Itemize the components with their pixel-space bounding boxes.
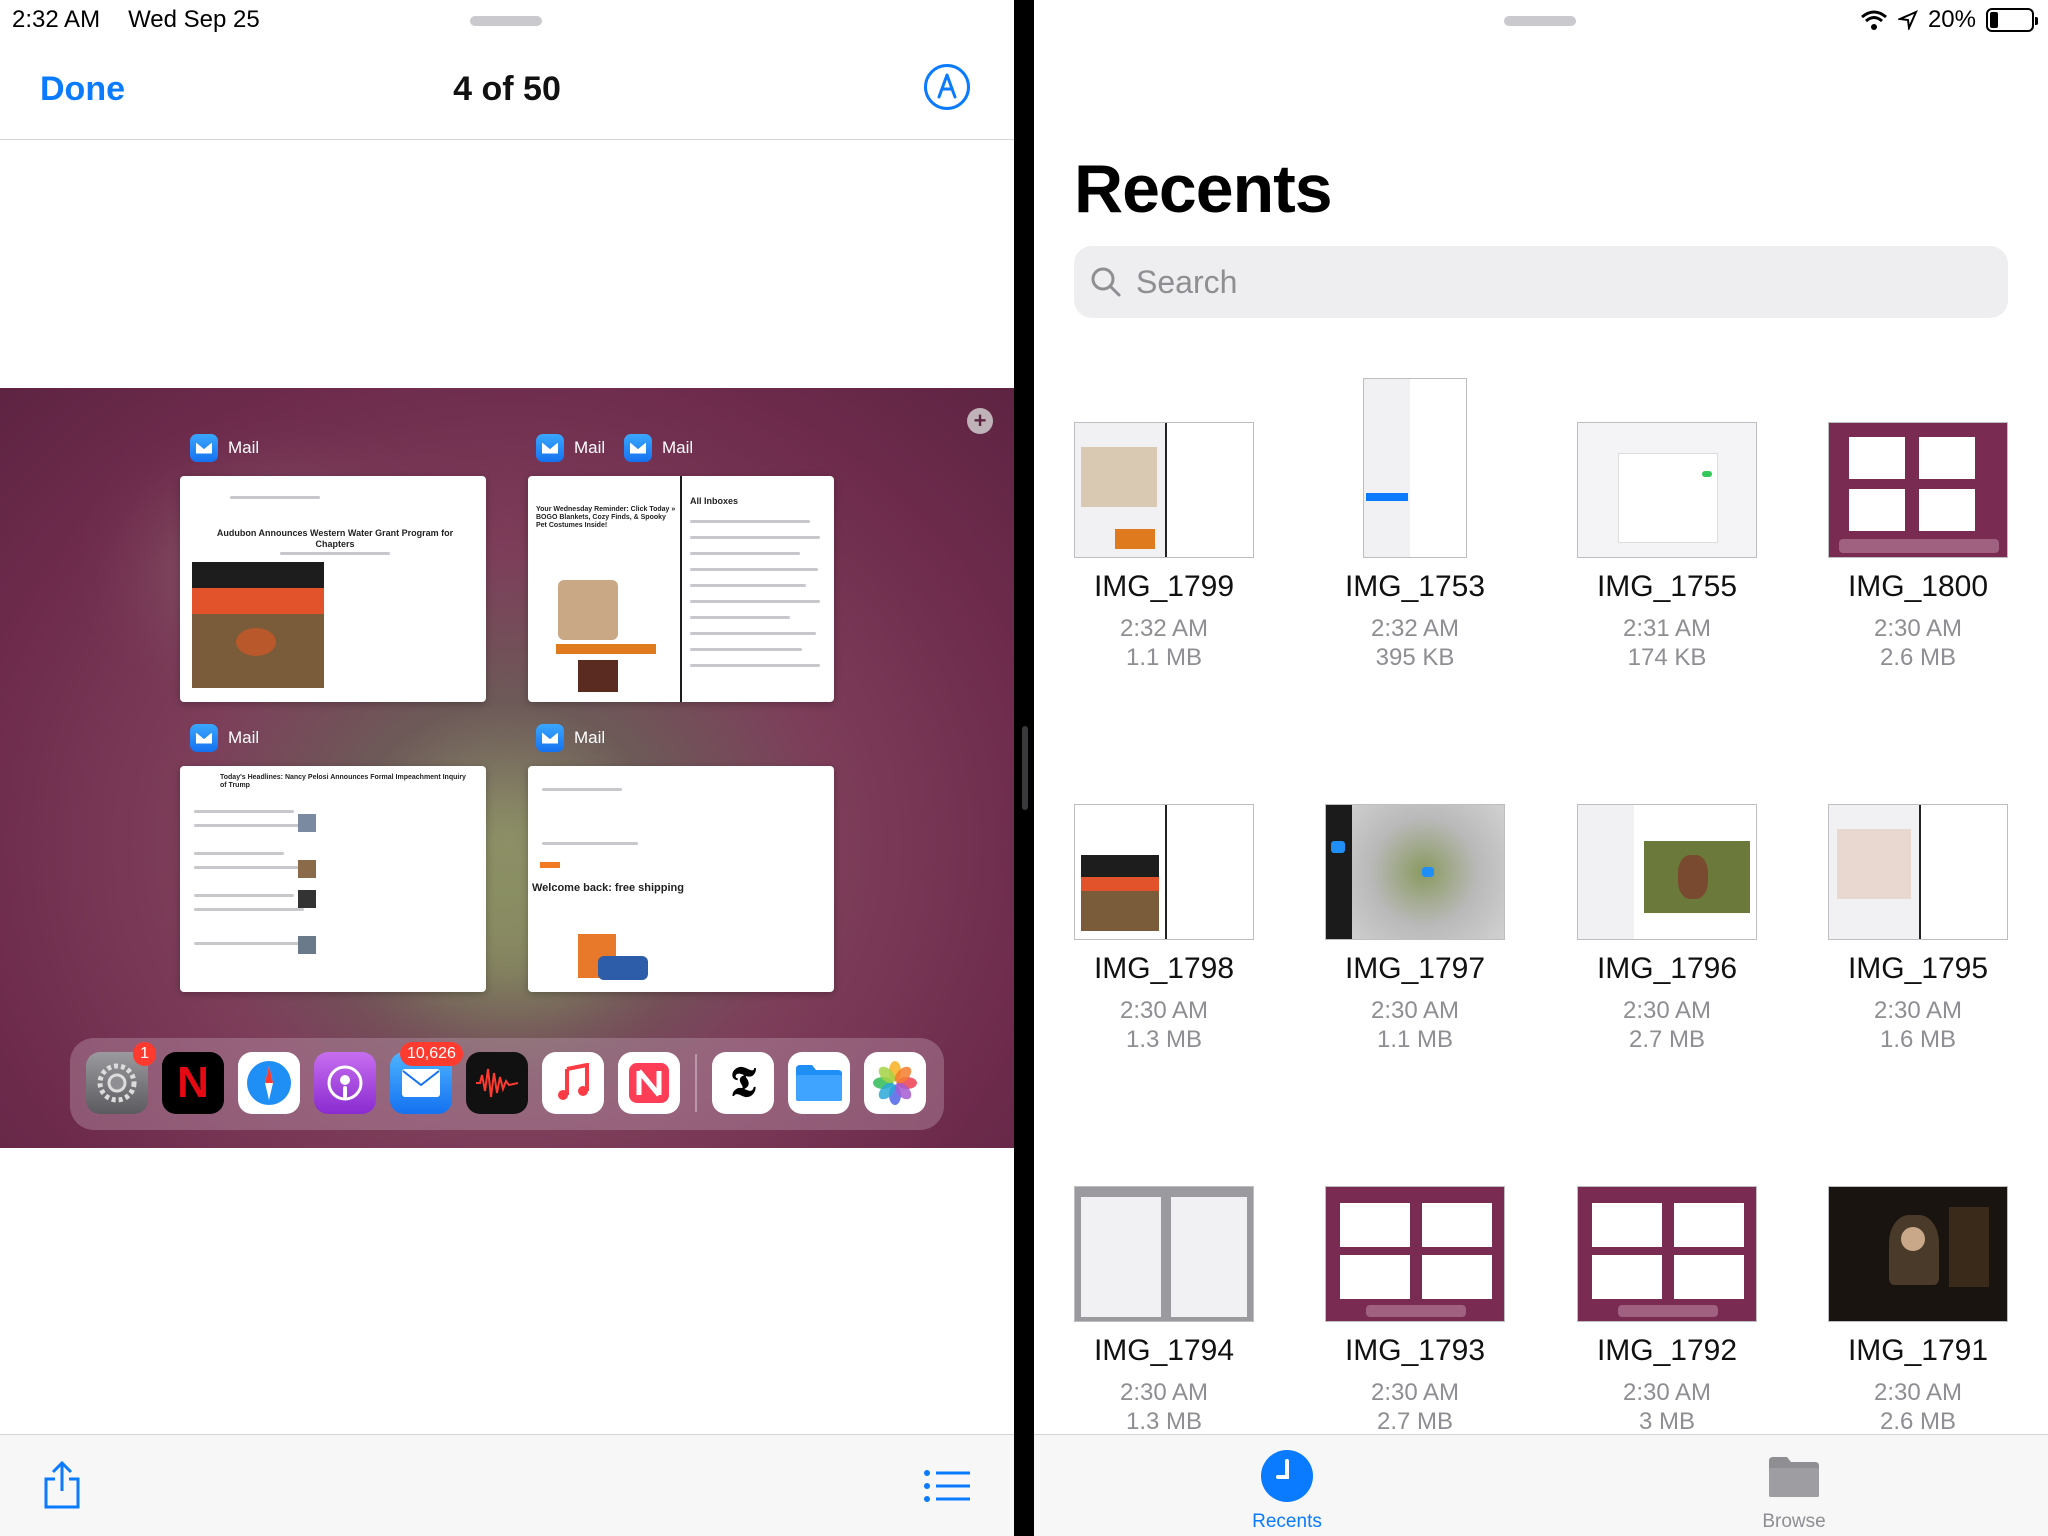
quick-look-pane: 2:32 AM Wed Sep 25 Done 4 of 50 + Mail Ma… — [0, 0, 1014, 1536]
files-pane: 20% Recents IMG_1799 2:32 AM 1.1 MB — [1034, 0, 2048, 1536]
safari-app-icon — [238, 1052, 300, 1114]
mail-app-icon — [536, 724, 564, 752]
settings-badge: 1 — [133, 1042, 156, 1066]
markup-pen-icon — [937, 73, 957, 99]
audubon-image — [192, 562, 324, 688]
file-thumbnail — [1577, 804, 1757, 940]
files-app-icon — [788, 1052, 850, 1114]
search-bar[interactable] — [1074, 246, 2008, 318]
status-date: Wed Sep 25 — [128, 6, 260, 33]
app-card-mail-nyt: Today's Headlines: Nancy Pelosi Announce… — [180, 766, 486, 992]
dock: 1 N 10,626 𝕿 — [70, 1038, 944, 1130]
app-label-mail: Mail — [536, 724, 605, 752]
dock-separator — [695, 1054, 697, 1112]
app-label-mail: Mail — [190, 724, 259, 752]
netflix-app-icon: N — [162, 1052, 224, 1114]
file-thumbnail — [1074, 1186, 1254, 1322]
file-thumbnail — [1577, 422, 1757, 558]
list-icon[interactable] — [924, 1469, 970, 1508]
battery-icon — [1986, 8, 2038, 32]
viewer-toolbar — [0, 1434, 1014, 1536]
news-app-icon — [618, 1052, 680, 1114]
search-icon — [1091, 267, 1121, 297]
app-card-mail-split: Your Wednesday Reminder: Click Today » B… — [528, 476, 834, 702]
battery-percent: 20% — [1927, 6, 1976, 33]
file-thumbnail — [1828, 422, 2008, 558]
screenshot-image[interactable]: + Mail Mail Mail Mail Mail Audubon Annou… — [0, 388, 1014, 1148]
file-thumbnail — [1074, 422, 1254, 558]
mail-app-icon — [536, 434, 564, 462]
clock-icon — [1261, 1450, 1313, 1502]
app-label-mail: Mail — [536, 434, 605, 462]
page-title: Recents — [1074, 151, 1333, 227]
status-time: 2:32 AM — [12, 6, 101, 33]
mail-app-icon — [624, 434, 652, 462]
folder-icon — [1769, 1457, 1819, 1497]
divider-handle[interactable] — [1022, 726, 1028, 810]
mail-badge: 10,626 — [400, 1042, 463, 1066]
file-thumbnail — [1828, 804, 2008, 940]
mail-dock-icon: 10,626 — [390, 1042, 463, 1114]
plus-icon: + — [967, 408, 993, 434]
search-input[interactable] — [1136, 263, 1936, 301]
multitasking-grabber[interactable] — [1504, 16, 1576, 26]
file-thumbnail — [1577, 1186, 1757, 1322]
share-icon[interactable] — [42, 1459, 82, 1516]
status-bar-right: 20% — [1860, 6, 2038, 34]
settings-app-icon: 1 — [86, 1042, 156, 1114]
nytimes-app-icon: 𝕿 — [712, 1052, 774, 1114]
multitasking-grabber[interactable] — [470, 16, 542, 26]
podcasts-app-icon — [314, 1052, 376, 1114]
mail-app-icon — [190, 724, 218, 752]
file-thumbnail — [1325, 1186, 1505, 1322]
photo-counter: 4 of 50 — [453, 70, 561, 108]
location-icon — [1897, 10, 1918, 30]
split-view-divider[interactable] — [1014, 0, 1034, 1536]
app-card-mail-etsy: Welcome back: free shipping — [528, 766, 834, 992]
file-thumbnail — [1325, 804, 1505, 940]
app-label-mail: Mail — [190, 434, 259, 462]
app-card-mail-audubon: Audubon Announces Western Water Grant Pr… — [180, 476, 486, 702]
photos-app-icon — [864, 1052, 926, 1114]
file-thumbnail — [1074, 804, 1254, 940]
viewer-navbar: Done 4 of 50 — [0, 40, 1014, 140]
screen: 2:32 AM Wed Sep 25 Done 4 of 50 + Mail Ma… — [0, 0, 2048, 1536]
app-label-mail: Mail — [624, 434, 693, 462]
mail-app-icon — [190, 434, 218, 462]
file-thumbnail — [1828, 1186, 2008, 1322]
tab-bar: Recents Browse — [1034, 1434, 2048, 1536]
music-app-icon — [542, 1052, 604, 1114]
markup-button[interactable] — [924, 64, 970, 110]
voice-memos-app-icon — [466, 1052, 528, 1114]
status-bar-left: 2:32 AM Wed Sep 25 — [12, 6, 288, 34]
wifi-icon — [1860, 10, 1887, 30]
file-thumbnail — [1363, 378, 1467, 558]
